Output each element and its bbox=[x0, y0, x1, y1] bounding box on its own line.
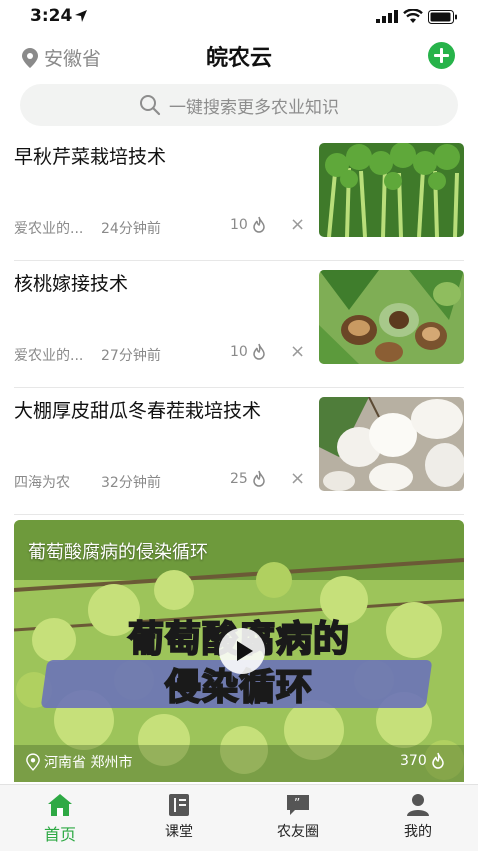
celery-photo[interactable] bbox=[319, 143, 464, 237]
video-title: 葡萄酸腐病的侵染循环 bbox=[28, 542, 208, 563]
cellular-signal-icon bbox=[376, 10, 398, 23]
bottom-tabbar: 首页 课堂 ” 农友圈 我的 bbox=[0, 784, 478, 851]
dismiss-icon[interactable]: × bbox=[290, 341, 305, 362]
tab-mine[interactable]: 我的 bbox=[378, 793, 458, 841]
home-icon bbox=[48, 794, 72, 816]
battery-icon bbox=[428, 10, 457, 24]
tab-label: 农友圈 bbox=[277, 824, 319, 840]
flame-icon bbox=[253, 470, 265, 487]
hot-count-value: 10 bbox=[230, 344, 248, 360]
book-icon bbox=[169, 794, 189, 816]
video-card[interactable]: 葡萄酸腐病的侵染循环 葡萄酸腐病的 侵染循环 河南省 郑州市 370 bbox=[14, 520, 464, 782]
video-hot-value: 370 bbox=[400, 753, 427, 769]
wifi-icon bbox=[403, 9, 423, 23]
hot-count-value: 10 bbox=[230, 217, 248, 233]
tab-label: 课堂 bbox=[165, 824, 193, 840]
article-source: 四海为农 bbox=[14, 475, 70, 491]
dismiss-icon[interactable]: × bbox=[290, 214, 305, 235]
flame-icon bbox=[253, 216, 265, 233]
article-time: 27分钟前 bbox=[101, 348, 161, 364]
flame-icon bbox=[253, 343, 265, 360]
article-item[interactable]: 大棚厚皮甜瓜冬春茬栽培技术 四海为农 32分钟前 25 × bbox=[14, 388, 464, 515]
article-source: 爱农业的... bbox=[14, 348, 84, 364]
article-item[interactable]: 早秋芹菜栽培技术 爱农业的... 24分钟前 10 × bbox=[14, 134, 464, 261]
search-icon bbox=[140, 95, 161, 116]
tab-home[interactable]: 首页 bbox=[20, 793, 100, 845]
article-source: 爱农业的... bbox=[14, 221, 84, 237]
melon-photo[interactable] bbox=[319, 397, 464, 491]
search-placeholder: 一键搜索更多农业知识 bbox=[169, 97, 339, 118]
video-location-text: 河南省 郑州市 bbox=[44, 755, 133, 771]
hot-count-value: 25 bbox=[230, 471, 248, 487]
svg-text:”: ” bbox=[294, 796, 300, 810]
location-pin-icon bbox=[26, 753, 40, 771]
chat-quote-icon: ” bbox=[287, 795, 309, 815]
top-navbar: 安徽省 皖农云 bbox=[0, 34, 478, 78]
article-title[interactable]: 大棚厚皮甜瓜冬春茬栽培技术 bbox=[14, 398, 304, 424]
tab-classroom[interactable]: 课堂 bbox=[139, 793, 219, 841]
tab-label: 我的 bbox=[404, 824, 432, 840]
page-title: 皖农云 bbox=[205, 46, 272, 71]
video-hot-count: 370 bbox=[400, 752, 446, 770]
dismiss-icon[interactable]: × bbox=[290, 468, 305, 489]
add-plus-icon[interactable] bbox=[428, 42, 455, 69]
play-icon[interactable] bbox=[219, 628, 265, 674]
hot-count: 25 bbox=[230, 470, 267, 488]
user-icon bbox=[407, 794, 429, 816]
video-location: 河南省 郑州市 bbox=[26, 752, 132, 772]
hot-count: 10 bbox=[230, 216, 267, 234]
article-time: 32分钟前 bbox=[101, 475, 161, 491]
walnut-photo[interactable] bbox=[319, 270, 464, 364]
article-title[interactable]: 早秋芹菜栽培技术 bbox=[14, 144, 304, 170]
location-arrow-icon bbox=[75, 10, 87, 22]
tab-label: 首页 bbox=[43, 825, 76, 844]
article-item[interactable]: 核桃嫁接技术 爱农业的... 27分钟前 10 × bbox=[14, 261, 464, 388]
article-time: 24分钟前 bbox=[101, 221, 161, 237]
search-input[interactable]: 一键搜索更多农业知识 bbox=[20, 84, 458, 126]
tab-farmer-circle[interactable]: ” 农友圈 bbox=[258, 793, 338, 841]
article-title[interactable]: 核桃嫁接技术 bbox=[14, 271, 304, 297]
status-time: 3:24 bbox=[30, 6, 73, 26]
flame-icon bbox=[431, 752, 444, 769]
hot-count: 10 bbox=[230, 343, 267, 361]
status-bar: 3:24 bbox=[0, 0, 478, 34]
